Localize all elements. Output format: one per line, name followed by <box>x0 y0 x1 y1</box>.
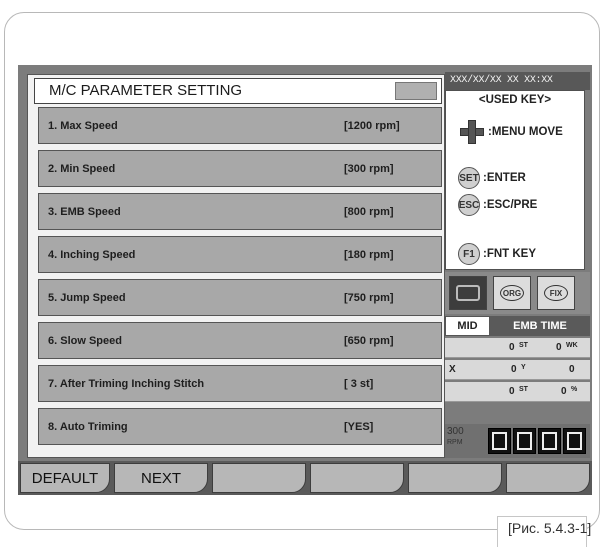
used-key-title: <USED KEY> <box>478 94 552 106</box>
stitch-unit-2: ST <box>519 386 528 393</box>
y-label: Y <box>521 364 526 371</box>
param-value: [ 3 st] <box>344 378 374 390</box>
param-row-max-speed[interactable]: 1. Max Speed [1200 rpm] <box>38 107 442 144</box>
percent-unit: % <box>571 386 578 393</box>
origin-icon[interactable]: ORG <box>493 276 531 310</box>
menu-move-hint: :MENU MOVE <box>458 118 563 146</box>
frame-monitor-icon[interactable] <box>449 276 487 310</box>
y-value: 0 <box>511 364 517 375</box>
param-value: [180 rpm] <box>344 249 394 261</box>
fnt-key-label: :FNT KEY <box>483 248 537 260</box>
datetime-bar: XXX/XX/XX XX XX:XX <box>445 72 590 90</box>
direction-pad-icon <box>458 118 486 146</box>
digit-3 <box>538 428 561 454</box>
param-value: [750 rpm] <box>344 292 394 304</box>
param-label: 2. Min Speed <box>48 163 116 175</box>
emb-time-label: EMB TIME <box>490 316 590 336</box>
param-label: 6. Slow Speed <box>48 335 122 347</box>
param-label: 4. Inching Speed <box>48 249 136 261</box>
menu-move-label: :MENU MOVE <box>488 126 563 138</box>
second-value: 0 <box>569 364 575 375</box>
parameter-dialog: M/C PARAMETER SETTING 1. Max Speed [1200… <box>27 74 445 458</box>
param-label: 7. After Triming Inching Stitch <box>48 378 205 390</box>
progress-counter: 0 ST 0 % <box>445 382 590 402</box>
work-unit: WK <box>566 342 578 349</box>
stitch-work-counter: 0 ST 0 WK <box>445 338 590 358</box>
stitch-unit: ST <box>519 342 528 349</box>
title-button[interactable] <box>395 82 437 100</box>
fix-icon[interactable]: FIX <box>537 276 575 310</box>
param-row-slow-speed[interactable]: 6. Slow Speed [650 rpm] <box>38 322 442 359</box>
param-row-jump-speed[interactable]: 5. Jump Speed [750 rpm] <box>38 279 442 316</box>
segment-digits <box>488 428 586 454</box>
esc-key-icon: ESC <box>458 194 480 216</box>
esc-pre-label: :ESC/PRE <box>483 199 538 211</box>
rpm-display: 300 RPM <box>445 424 590 458</box>
param-value: [650 rpm] <box>344 335 394 347</box>
mid-label: MID <box>445 316 490 336</box>
xy-counter: X 0 Y 0 <box>445 360 590 380</box>
softkey-4[interactable] <box>310 463 404 493</box>
param-value: [800 rpm] <box>344 206 394 218</box>
param-value: [1200 rpm] <box>344 120 400 132</box>
rpm-label: 300 RPM <box>447 427 464 448</box>
percent-value: 0 <box>561 386 567 397</box>
softkey-3[interactable] <box>212 463 306 493</box>
esc-key-hint: ESC :ESC/PRE <box>458 194 537 216</box>
dialog-title-bar: M/C PARAMETER SETTING <box>34 78 442 104</box>
figure-caption: [Рис. 5.4.3-1] <box>508 520 592 536</box>
rpm-unit: RPM <box>447 439 463 446</box>
next-button[interactable]: NEXT <box>114 463 208 493</box>
stitch-count: 0 <box>509 342 515 353</box>
param-row-inching-speed[interactable]: 4. Inching Speed [180 rpm] <box>38 236 442 273</box>
f1-key-icon: F1 <box>458 243 480 265</box>
param-label: 1. Max Speed <box>48 120 118 132</box>
enter-label: :ENTER <box>483 172 526 184</box>
param-value: [YES] <box>344 421 374 433</box>
param-row-auto-triming[interactable]: 8. Auto Triming [YES] <box>38 408 442 445</box>
param-value: [300 rpm] <box>344 163 394 175</box>
work-count: 0 <box>556 342 562 353</box>
f1-key-hint: F1 :FNT KEY <box>458 243 536 265</box>
param-label: 3. EMB Speed <box>48 206 121 218</box>
digit-1 <box>488 428 511 454</box>
param-row-inching-stitch[interactable]: 7. After Triming Inching Stitch [ 3 st] <box>38 365 442 402</box>
rpm-value: 300 <box>447 426 464 437</box>
param-label: 5. Jump Speed <box>48 292 126 304</box>
digit-4 <box>563 428 586 454</box>
softkey-6[interactable] <box>506 463 590 493</box>
mode-bar: MID EMB TIME <box>445 316 590 336</box>
dialog-title: M/C PARAMETER SETTING <box>49 82 243 99</box>
stitch-count-2: 0 <box>509 386 515 397</box>
set-key-hint: SET :ENTER <box>458 167 526 189</box>
param-row-emb-speed[interactable]: 3. EMB Speed [800 rpm] <box>38 193 442 230</box>
used-key-panel: <USED KEY> :MENU MOVE SET :ENTER ESC :ES… <box>445 90 585 270</box>
set-key-icon: SET <box>458 167 480 189</box>
softkey-5[interactable] <box>408 463 502 493</box>
digit-2 <box>513 428 536 454</box>
default-button[interactable]: DEFAULT <box>20 463 110 493</box>
param-label: 8. Auto Triming <box>48 421 128 433</box>
x-label: X <box>449 364 456 375</box>
param-row-min-speed[interactable]: 2. Min Speed [300 rpm] <box>38 150 442 187</box>
mode-icon-row: ORG FIX <box>445 272 590 314</box>
